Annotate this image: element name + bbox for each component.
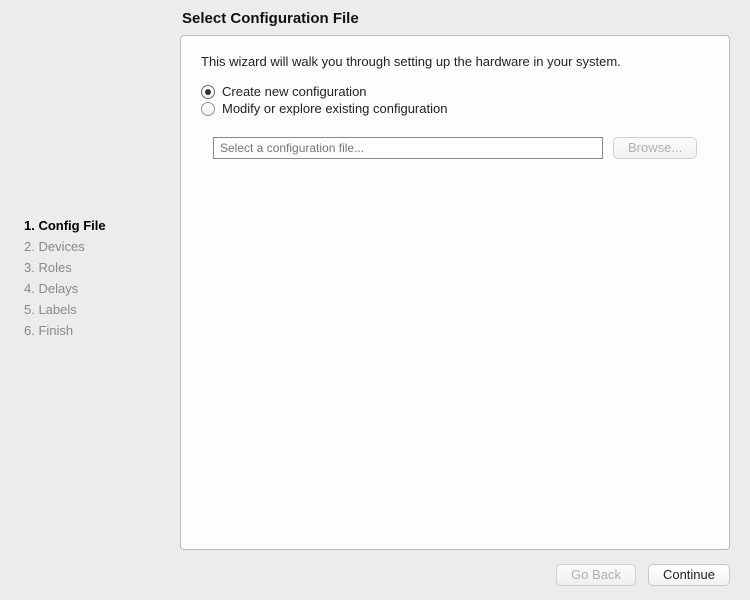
radio-dot-icon	[201, 85, 215, 99]
config-mode-radio-group: Create new configuration Modify or explo…	[201, 83, 709, 117]
go-back-button: Go Back	[556, 564, 636, 586]
radio-create-new[interactable]: Create new configuration	[201, 83, 709, 100]
radio-modify-label: Modify or explore existing configuration	[222, 101, 447, 116]
continue-button[interactable]: Continue	[648, 564, 730, 586]
page-title: Select Configuration File	[180, 10, 730, 35]
wizard-footer: Go Back Continue	[0, 550, 750, 600]
config-file-input	[213, 137, 603, 159]
step-delays: 4. Delays	[24, 278, 180, 299]
wizard-sidebar: 1. Config File 2. Devices 3. Roles 4. De…	[0, 10, 180, 550]
step-devices: 2. Devices	[24, 236, 180, 257]
content-panel: This wizard will walk you through settin…	[180, 35, 730, 550]
step-config-file: 1. Config File	[24, 215, 180, 236]
step-finish: 6. Finish	[24, 320, 180, 341]
radio-modify-existing[interactable]: Modify or explore existing configuration	[201, 100, 709, 117]
intro-text: This wizard will walk you through settin…	[201, 54, 709, 69]
radio-empty-icon	[201, 102, 215, 116]
step-roles: 3. Roles	[24, 257, 180, 278]
radio-create-label: Create new configuration	[222, 84, 367, 99]
step-labels: 5. Labels	[24, 299, 180, 320]
browse-button: Browse...	[613, 137, 697, 159]
